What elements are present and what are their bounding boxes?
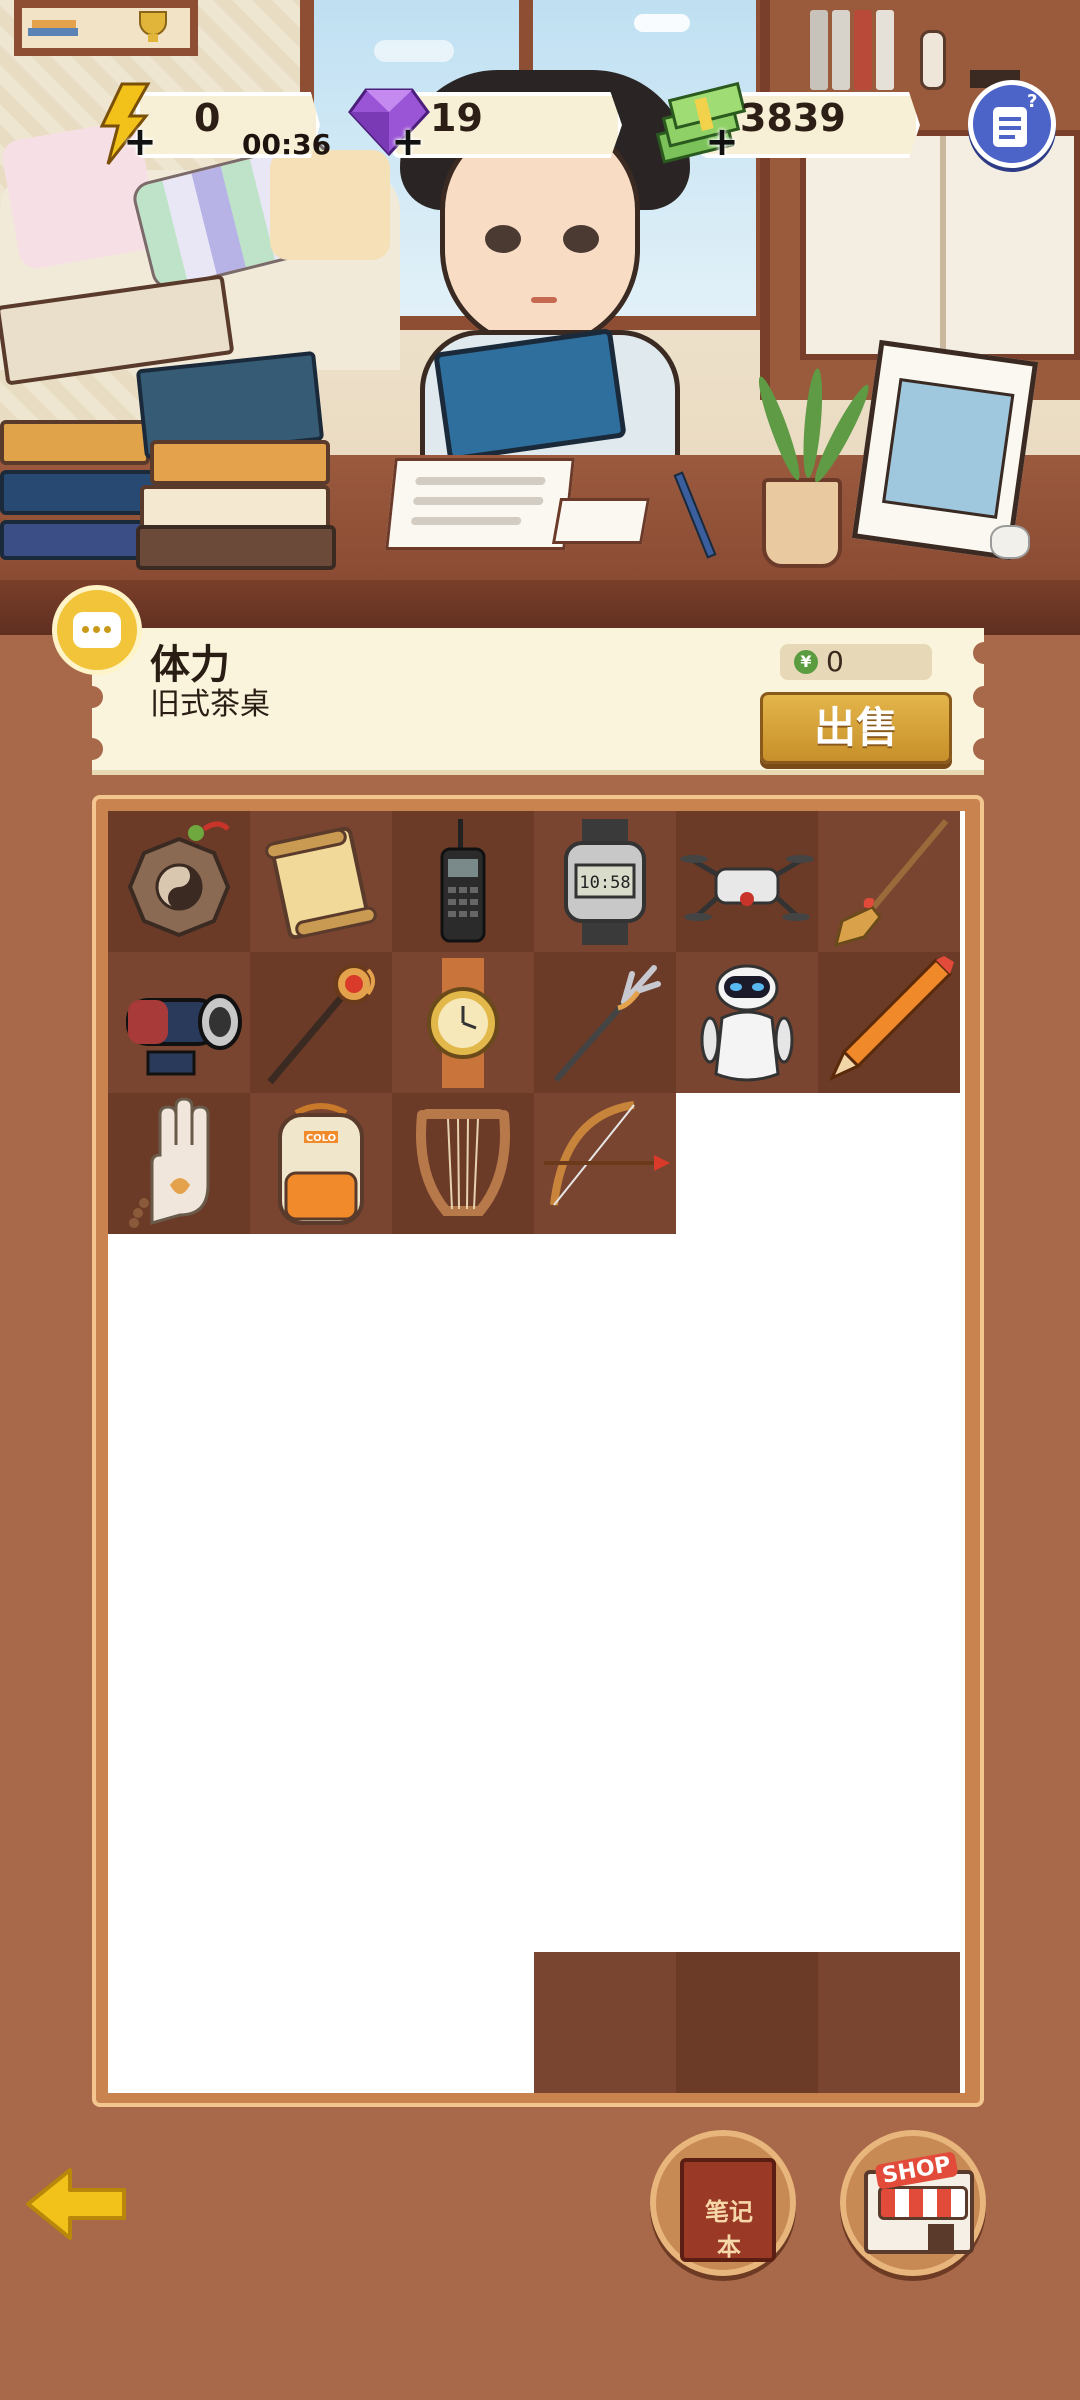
cannon-icon — [126, 994, 242, 1076]
inventory-slot[interactable] — [818, 811, 960, 952]
gem-value: 19 — [430, 96, 483, 140]
inventory-slot[interactable] — [108, 811, 250, 952]
inventory-slot[interactable] — [676, 1952, 818, 2093]
digital-watch-icon: 10:58 — [564, 819, 646, 945]
inventory-slot[interactable]: 10:58 — [534, 811, 676, 952]
cabinet — [800, 130, 1080, 360]
inventory-slot[interactable] — [108, 952, 250, 1093]
chat-button[interactable] — [52, 585, 142, 675]
white-robot-icon — [700, 964, 794, 1082]
desk-edge — [0, 580, 1080, 635]
inventory-slot[interactable] — [818, 952, 960, 1093]
add-cash-button[interactable]: + — [704, 122, 740, 162]
magic-staff-icon — [267, 964, 375, 1085]
inventory-slot[interactable] — [392, 952, 534, 1093]
chat-icon — [73, 612, 121, 648]
backpack-icon: COLO — [278, 1103, 364, 1225]
notebook-label: 笔记本 — [705, 2198, 753, 2261]
bagua-mirror-icon — [127, 821, 231, 938]
brick-phone-icon — [440, 819, 486, 943]
inventory-slot[interactable] — [250, 811, 392, 952]
lyre-icon — [416, 1109, 510, 1216]
game-screen: + 0 00:36 + 19 + 3839 ? 体力 旧式茶桌 ¥ 0 出售 1… — [0, 0, 1080, 2400]
task-list-icon: ? — [993, 91, 1037, 147]
sell-button[interactable]: 出售 — [760, 692, 952, 764]
bow-and-arrow-icon — [544, 1101, 670, 1206]
item-subtitle: 旧式茶桌 — [150, 687, 270, 722]
inventory-slot[interactable] — [250, 952, 392, 1093]
energy-timer: 00:36 — [242, 128, 332, 161]
inventory-slot[interactable] — [818, 1952, 960, 2093]
inventory-slot[interactable] — [392, 811, 534, 952]
back-arrow-icon[interactable] — [24, 2164, 130, 2244]
buddha-hand-icon — [129, 1097, 210, 1228]
inventory-slot[interactable] — [676, 952, 818, 1093]
notebook-icon: 笔记本 — [680, 2158, 776, 2262]
trident-icon — [553, 965, 661, 1082]
gold-wristwatch-icon — [427, 958, 499, 1088]
energy-value: 0 — [194, 96, 221, 140]
paper-sheet — [385, 458, 575, 550]
inventory-slot[interactable] — [534, 1952, 676, 2093]
drone-icon — [680, 855, 814, 921]
task-menu-button[interactable]: ? — [968, 80, 1056, 168]
add-energy-button[interactable]: + — [122, 122, 158, 162]
sell-price: ¥ 0 — [780, 644, 932, 680]
cash-value: 3839 — [740, 96, 846, 140]
inventory-slot[interactable] — [392, 1093, 534, 1234]
broom-icon — [833, 819, 949, 948]
inventory-slot[interactable] — [108, 1093, 250, 1234]
yen-coin-icon: ¥ — [794, 650, 818, 674]
price-value: 0 — [826, 645, 844, 678]
add-gems-button[interactable]: + — [390, 122, 426, 162]
inventory-slot[interactable] — [676, 811, 818, 952]
crumpled-paper — [990, 525, 1030, 559]
inventory-grid: 10:58 COLO — [108, 811, 965, 2093]
backpack-tag: COLO — [306, 1133, 336, 1144]
shop-button[interactable]: SHOP — [840, 2130, 986, 2276]
inventory-slot[interactable] — [534, 952, 676, 1093]
inventory-slot[interactable] — [534, 1093, 676, 1234]
watch-display: 10:58 — [579, 873, 630, 893]
inventory-slot[interactable]: COLO — [250, 1093, 392, 1234]
plant — [762, 478, 842, 568]
svg-text:?: ? — [1027, 91, 1037, 112]
notebook-button[interactable]: 笔记本 — [650, 2130, 796, 2276]
trophy-frame — [14, 0, 198, 56]
scroll-icon — [265, 826, 377, 940]
pencil-icon — [828, 956, 954, 1082]
